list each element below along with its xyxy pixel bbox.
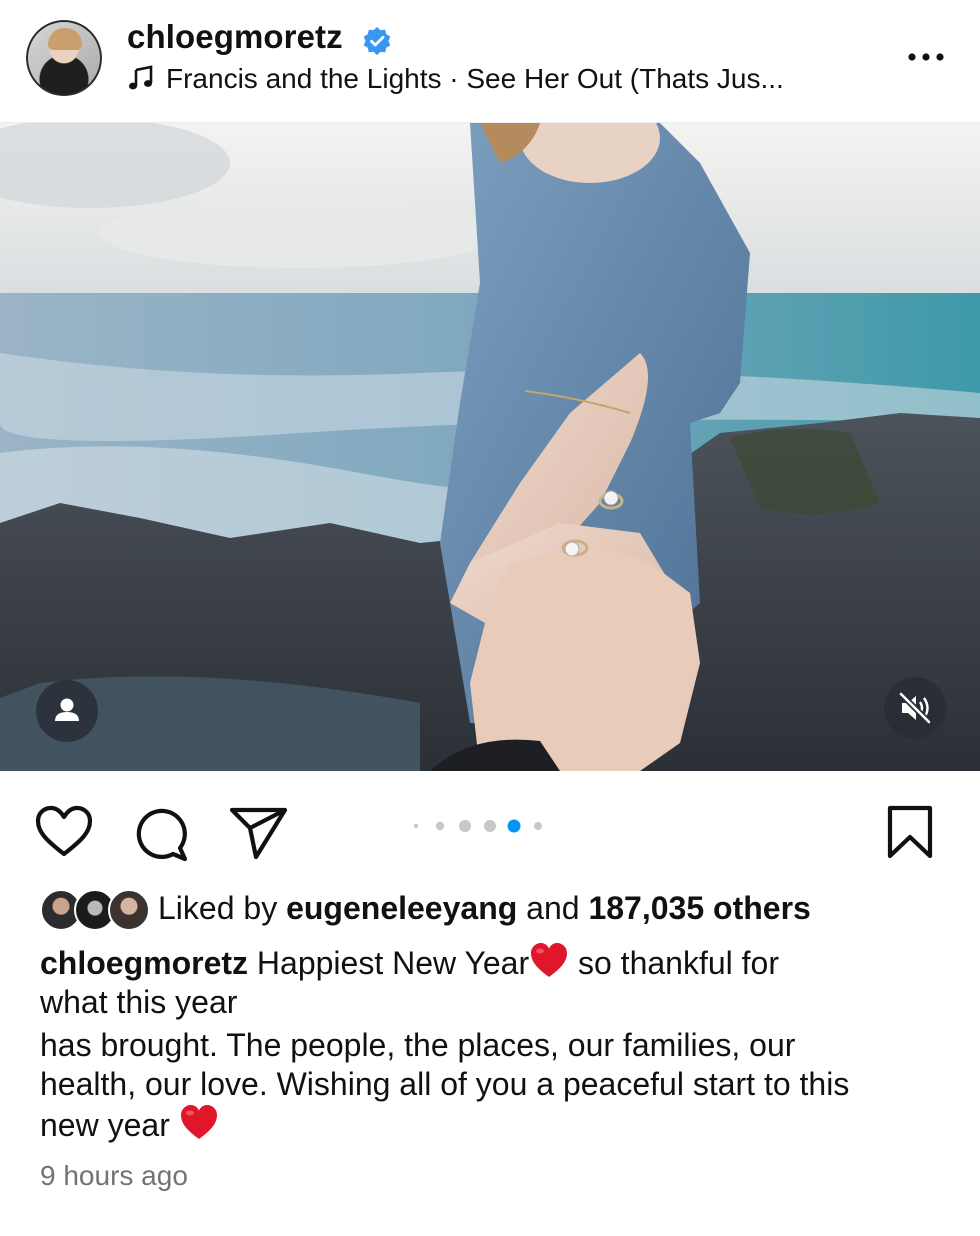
caption-text: Happiest New Year [248, 945, 530, 981]
audio-track-link[interactable]: Francis and the Lights · See Her Out (Th… [166, 63, 784, 95]
carousel-dot [459, 820, 471, 832]
liker-avatar [108, 889, 150, 931]
caption-username-link[interactable]: chloegmoretz [40, 945, 248, 981]
carousel-dot [484, 820, 496, 832]
music-note-icon [129, 65, 153, 90]
carousel-indicator [413, 819, 542, 833]
liker-username-link[interactable]: eugeneleeyang [286, 890, 517, 926]
likes-prefix: Liked by [158, 890, 287, 926]
post-timestamp: 9 hours ago [40, 1160, 188, 1191]
verified-badge-icon [363, 27, 391, 55]
carousel-dot [435, 821, 445, 831]
heart-icon[interactable] [34, 804, 94, 860]
caption-text: new year [40, 1107, 179, 1143]
post-photo[interactable] [0, 123, 980, 771]
post-caption: chloegmoretz Happiest New Year so thankf… [40, 942, 950, 1145]
carousel-dot [534, 822, 542, 830]
post-header: chloegmoretz Francis and the Lights · Se… [0, 0, 980, 123]
caption-line: health, our love. Wishing all of you a p… [40, 1066, 850, 1102]
engagement-photo [0, 123, 980, 771]
mute-toggle-button[interactable] [884, 677, 946, 739]
red-heart-emoji-icon [531, 943, 568, 977]
bookmark-icon[interactable] [884, 804, 936, 860]
send-icon[interactable] [228, 804, 290, 862]
caption-line: has brought. The people, the places, our… [40, 1027, 796, 1063]
caption-text: so thankful for [569, 945, 779, 981]
likes-count-link[interactable]: 187,035 others [588, 890, 810, 926]
likes-middle: and [517, 890, 589, 926]
carousel-dot-active [507, 819, 521, 833]
carousel-dot [413, 823, 419, 829]
liker-avatars[interactable] [40, 889, 150, 933]
comment-icon[interactable] [130, 804, 190, 864]
tagged-users-button[interactable] [36, 680, 98, 742]
caption-line: chloegmoretz Happiest New Year so thankf… [40, 942, 950, 983]
red-heart-emoji-icon [180, 1105, 217, 1139]
likes-summary: Liked by eugeneleeyang and 187,035 other… [158, 890, 811, 927]
username-link[interactable]: chloegmoretz [127, 18, 343, 56]
profile-avatar[interactable] [26, 20, 102, 96]
likes-row: Liked by eugeneleeyang and 187,035 other… [40, 886, 960, 932]
mute-icon [898, 691, 932, 725]
caption-line: what this year [40, 984, 238, 1020]
more-options-icon[interactable] [904, 40, 948, 74]
caption-line: new year [40, 1104, 950, 1145]
user-tag-icon [55, 698, 79, 721]
